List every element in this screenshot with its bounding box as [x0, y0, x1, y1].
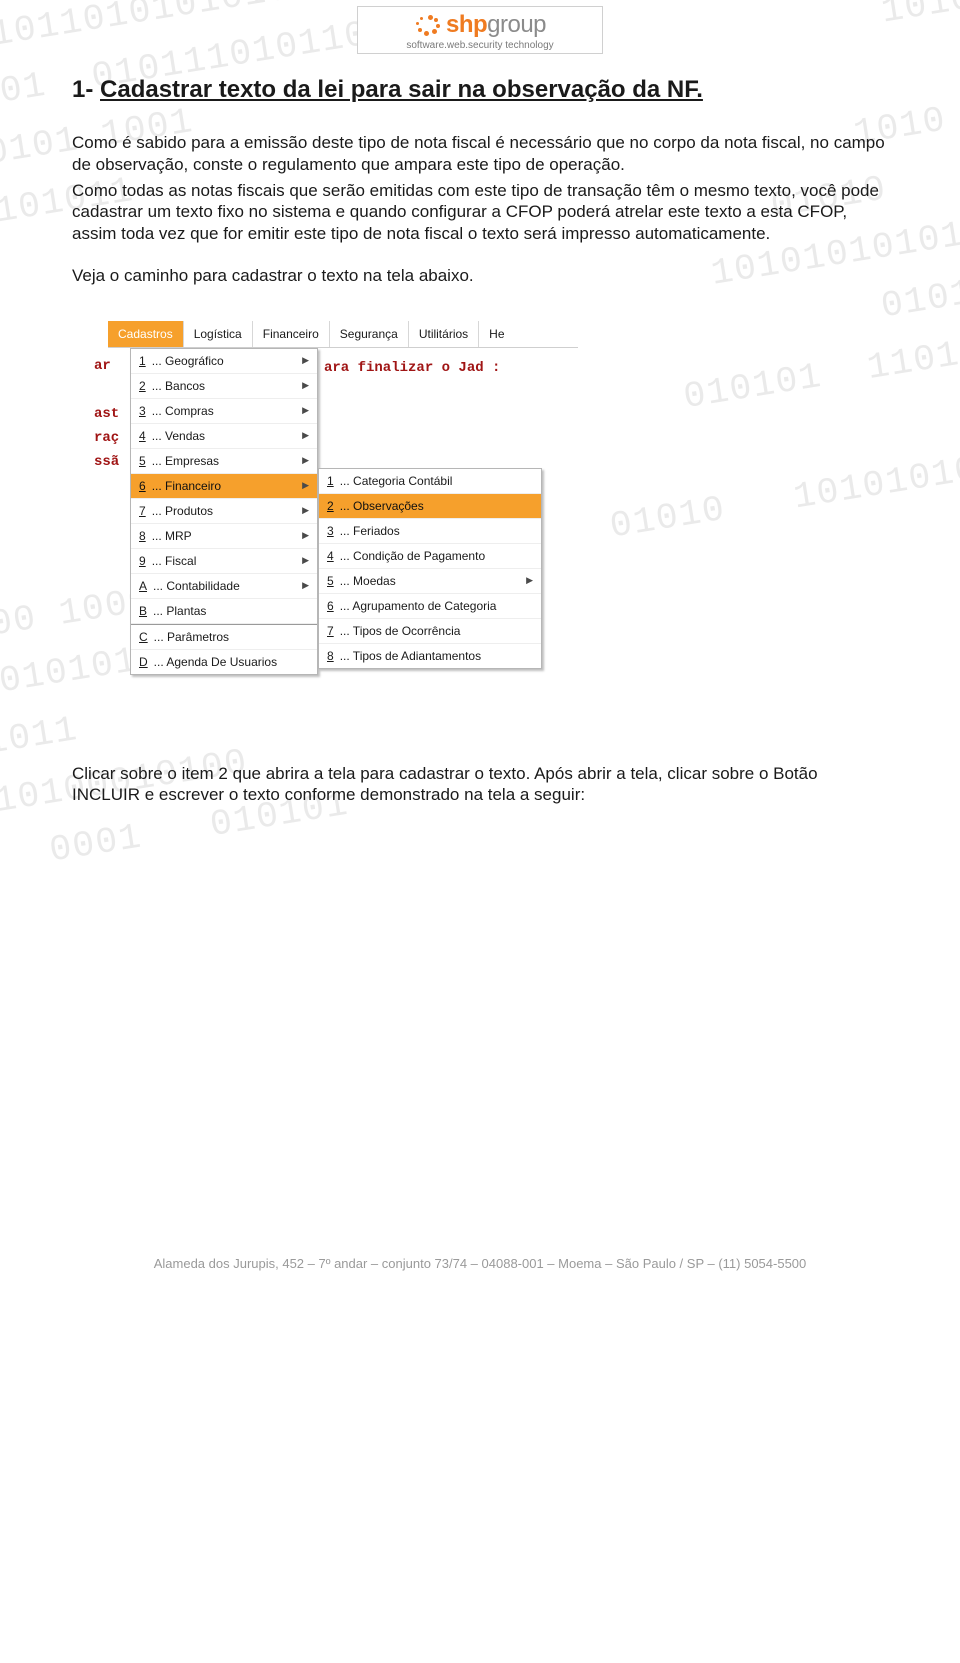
menu-item-label: ... Tipos de Ocorrência — [340, 624, 461, 638]
menu-item-key: 8 — [139, 529, 146, 543]
menu-item-label: ... Compras — [152, 404, 214, 418]
paragraph-3: Veja o caminho para cadastrar o texto na… — [72, 265, 888, 287]
chevron-right-icon: ▶ — [302, 480, 309, 491]
menu-item-label: ... Contabilidade — [153, 579, 240, 593]
dd-financeiro-item-2[interactable]: 2 ... Observações — [319, 494, 541, 519]
menu-item-key: 5 — [139, 454, 146, 468]
dd-cadastros-item-4[interactable]: 4 ... Vendas ▶ — [131, 424, 317, 449]
menu-item-label: ... Vendas — [152, 429, 205, 443]
heading-title: Cadastrar texto da lei para sair na obse… — [100, 76, 703, 103]
dropdown-financeiro: 1 ... Categoria Contábil 2 ... Observações 3… — [318, 468, 542, 669]
menu-item-key: 3 — [139, 404, 146, 418]
chevron-right-icon: ▶ — [302, 580, 309, 591]
menubar-item-seguranca[interactable]: Segurança — [330, 321, 409, 347]
logo-tagline: software.web.security technology — [364, 40, 596, 51]
dd-financeiro-item-6[interactable]: 6 ... Agrupamento de Categoria — [319, 594, 541, 619]
chevron-right-icon: ▶ — [302, 555, 309, 566]
dd-cadastros-item-7[interactable]: 7 ... Produtos ▶ — [131, 499, 317, 524]
menu-item-key: 6 — [327, 599, 334, 613]
menu-item-label: ... Agrupamento de Categoria — [340, 599, 497, 613]
chevron-right-icon: ▶ — [302, 430, 309, 441]
dd-cadastros-item-2[interactable]: 2 ... Bancos ▶ — [131, 374, 317, 399]
chevron-right-icon: ▶ — [302, 380, 309, 391]
menubar-item-cadastros[interactable]: Cadastros — [108, 321, 184, 347]
chevron-right-icon: ▶ — [302, 455, 309, 466]
menu-item-key: 1 — [139, 354, 146, 368]
menu-item-key: 2 — [139, 379, 146, 393]
dd-cadastros-item-1[interactable]: 1 ... Geográfico ▶ — [131, 349, 317, 374]
dd-cadastros-item-6[interactable]: 6 ... Financeiro ▶ — [131, 474, 317, 499]
section-heading: 1- Cadastrar texto da lei para sair na o… — [72, 76, 888, 104]
menu-item-label: ... Moedas — [340, 574, 396, 588]
menubar-item-utilitarios[interactable]: Utilitários — [409, 321, 479, 347]
menu-item-key: 4 — [327, 549, 334, 563]
menu-item-key: 9 — [139, 554, 146, 568]
dd-cadastros-item-3[interactable]: 3 ... Compras ▶ — [131, 399, 317, 424]
menu-item-label: ... Agenda De Usuarios — [154, 655, 277, 669]
menu-item-key: A — [139, 579, 147, 593]
menubar-item-logistica[interactable]: Logística — [184, 321, 253, 347]
app-menubar: Cadastros Logística Financeiro Segurança… — [108, 321, 578, 348]
heading-prefix: 1- — [72, 76, 100, 103]
paragraph-1: Como é sabido para a emissão deste tipo … — [72, 132, 888, 176]
header-logo-wrap: shpgroup software.web.security technolog… — [72, 0, 888, 72]
cropped-side-labels: ar ast raç ssã — [94, 348, 124, 474]
dd-cadastros-item-d[interactable]: D ... Agenda De Usuarios — [131, 650, 317, 674]
dd-financeiro-item-4[interactable]: 4 ... Condição de Pagamento — [319, 544, 541, 569]
dd-cadastros-item-c[interactable]: C ... Parâmetros — [131, 624, 317, 650]
menu-item-label: ... Observações — [340, 499, 424, 513]
menubar-item-financeiro[interactable]: Financeiro — [253, 321, 330, 347]
chevron-right-icon: ▶ — [302, 505, 309, 516]
logo-brand-orange: shp — [446, 11, 487, 38]
logo-dots-icon — [414, 13, 442, 37]
menu-item-label: ... MRP — [152, 529, 192, 543]
menu-item-key: B — [139, 604, 147, 618]
page-footer: Alameda dos Jurupis, 452 – 7º andar – co… — [0, 1256, 960, 1271]
menu-item-label: ... Condição de Pagamento — [340, 549, 485, 563]
menu-item-key: C — [139, 630, 148, 644]
menu-item-key: 2 — [327, 499, 334, 513]
dropdown-cadastros: 1 ... Geográfico ▶ 2 ... Bancos ▶ 3 ... Compras… — [130, 348, 318, 675]
menu-item-key: 7 — [327, 624, 334, 638]
menu-item-label: ... Bancos — [152, 379, 205, 393]
dd-financeiro-item-3[interactable]: 3 ... Feriados — [319, 519, 541, 544]
chevron-right-icon: ▶ — [526, 575, 533, 586]
dd-financeiro-item-5[interactable]: 5 ... Moedas ▶ — [319, 569, 541, 594]
menu-item-label: ... Empresas — [152, 454, 219, 468]
menu-item-label: ... Plantas — [153, 604, 206, 618]
logo: shpgroup software.web.security technolog… — [357, 6, 603, 54]
dd-financeiro-item-7[interactable]: 7 ... Tipos de Ocorrência — [319, 619, 541, 644]
menu-item-label: ... Categoria Contábil — [340, 474, 453, 488]
menu-item-label: ... Financeiro — [152, 479, 221, 493]
menu-item-key: 8 — [327, 649, 334, 663]
menu-item-key: 3 — [327, 524, 334, 538]
menubar-item-he[interactable]: He — [479, 321, 514, 347]
paragraph-2: Como todas as notas fiscais que serão em… — [72, 180, 888, 245]
dd-financeiro-item-1[interactable]: 1 ... Categoria Contábil — [319, 469, 541, 494]
chevron-right-icon: ▶ — [302, 355, 309, 366]
chevron-right-icon: ▶ — [302, 530, 309, 541]
menu-item-key: 1 — [327, 474, 334, 488]
dd-cadastros-item-8[interactable]: 8 ... MRP ▶ — [131, 524, 317, 549]
menu-item-label: ... Produtos — [152, 504, 213, 518]
paragraph-4: Clicar sobre o item 2 que abrira a tela … — [72, 763, 888, 807]
dd-cadastros-item-a[interactable]: A ... Contabilidade ▶ — [131, 574, 317, 599]
menu-item-key: 6 — [139, 479, 146, 493]
dd-cadastros-item-b[interactable]: B ... Plantas — [131, 599, 317, 624]
menu-item-label: ... Parâmetros — [154, 630, 229, 644]
jad-hint-text: ara finalizar o Jad : — [324, 360, 500, 376]
dd-financeiro-item-8[interactable]: 8 ... Tipos de Adiantamentos — [319, 644, 541, 668]
menu-item-key: 7 — [139, 504, 146, 518]
dd-cadastros-item-5[interactable]: 5 ... Empresas ▶ — [131, 449, 317, 474]
menu-item-label: ... Geográfico — [152, 354, 224, 368]
logo-brand-grey: group — [487, 11, 546, 38]
menu-item-key: D — [139, 655, 148, 669]
menu-item-key: 4 — [139, 429, 146, 443]
menu-item-key: 5 — [327, 574, 334, 588]
dd-cadastros-item-9[interactable]: 9 ... Fiscal ▶ — [131, 549, 317, 574]
menu-item-label: ... Feriados — [340, 524, 400, 538]
menu-item-label: ... Fiscal — [152, 554, 197, 568]
chevron-right-icon: ▶ — [302, 405, 309, 416]
menu-item-label: ... Tipos de Adiantamentos — [340, 649, 481, 663]
